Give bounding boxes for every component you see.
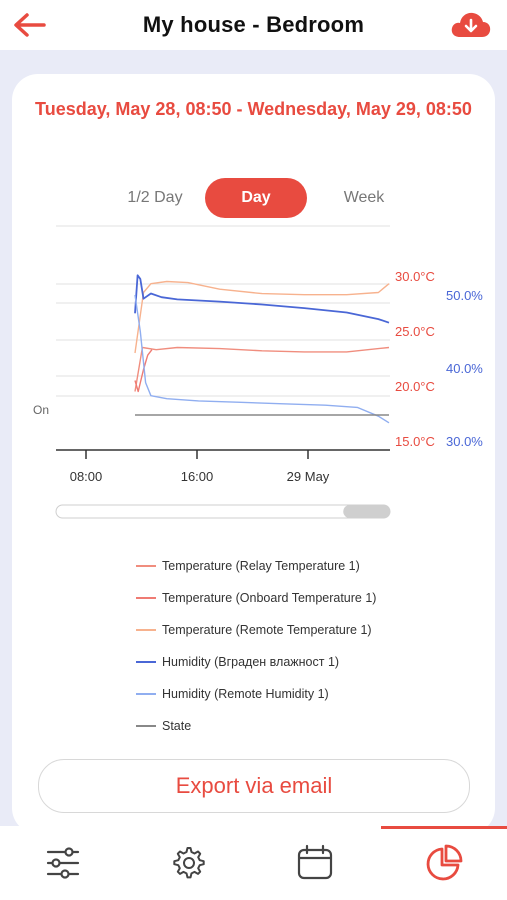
legend-item[interactable]: Temperature (Relay Temperature 1)	[136, 550, 376, 582]
legend-label: Temperature (Relay Temperature 1)	[162, 559, 360, 573]
chart-scrollbar-thumb[interactable]	[343, 505, 390, 518]
nav-item-statistics[interactable]	[381, 826, 507, 900]
gear-icon	[173, 847, 205, 879]
x-tick-label: 08:00	[70, 469, 103, 484]
legend-item[interactable]: Temperature (Remote Temperature 1)	[136, 614, 376, 646]
legend-item[interactable]: State	[136, 710, 376, 742]
series-line	[134, 346, 390, 392]
stats-card: Tuesday, May 28, 08:50 - Wednesday, May …	[12, 74, 495, 834]
x-tick-label: 29 May	[287, 469, 330, 484]
legend-item[interactable]: Humidity (Remote Humidity 1)	[136, 678, 376, 710]
y-humidity-tick-label: 40.0%	[446, 361, 483, 376]
export-email-button[interactable]: Export via email	[38, 759, 470, 813]
page-title: My house - Bedroom	[142, 12, 365, 37]
chart-scrollbar-track	[55, 504, 391, 519]
sensor-chart: 08:00 16:00 29 May On 30.0°C 25.0°C 20.0°C 15.0…	[33, 225, 483, 519]
legend-item[interactable]: Humidity (Вграден влажност 1)	[136, 646, 376, 678]
series-line	[134, 280, 390, 354]
chart-legend: Temperature (Relay Temperature 1) Tempera…	[136, 550, 376, 742]
legend-swatch	[136, 693, 156, 695]
legend-swatch	[136, 661, 156, 663]
back-arrow-icon[interactable]	[12, 12, 46, 38]
legend-swatch	[136, 629, 156, 631]
y-temp-tick-label: 30.0°C	[395, 269, 435, 284]
legend-label: Temperature (Onboard Temperature 1)	[162, 591, 377, 605]
legend-label: Temperature (Remote Temperature 1)	[162, 623, 372, 637]
y-temp-tick-label: 20.0°C	[395, 379, 435, 394]
y-temp-tick-label: 15.0°C	[395, 434, 435, 449]
nav-item-schedule[interactable]	[252, 826, 378, 900]
legend-label: Humidity (Вграден влажност 1)	[162, 655, 340, 669]
x-tick-label: 16:00	[181, 469, 214, 484]
calendar-icon	[297, 844, 333, 880]
y-temp-tick-label: 25.0°C	[395, 324, 435, 339]
nav-item-controls[interactable]	[0, 826, 126, 900]
legend-swatch	[136, 565, 156, 567]
legend-item[interactable]: Temperature (Onboard Temperature 1)	[136, 582, 376, 614]
header-bar: My house - Bedroom	[0, 0, 507, 50]
bottom-navigation	[0, 826, 507, 900]
state-axis-label: On	[33, 403, 49, 417]
pie-chart-icon	[426, 844, 463, 881]
legend-label: State	[162, 719, 192, 733]
sliders-icon	[46, 847, 80, 879]
legend-swatch	[136, 597, 156, 599]
legend-label: Humidity (Remote Humidity 1)	[162, 687, 329, 701]
nav-item-settings[interactable]	[126, 826, 252, 900]
cloud-download-icon[interactable]	[449, 10, 493, 40]
y-humidity-tick-label: 50.0%	[446, 288, 483, 303]
y-humidity-tick-label: 30.0%	[446, 434, 483, 449]
legend-swatch	[136, 725, 156, 727]
